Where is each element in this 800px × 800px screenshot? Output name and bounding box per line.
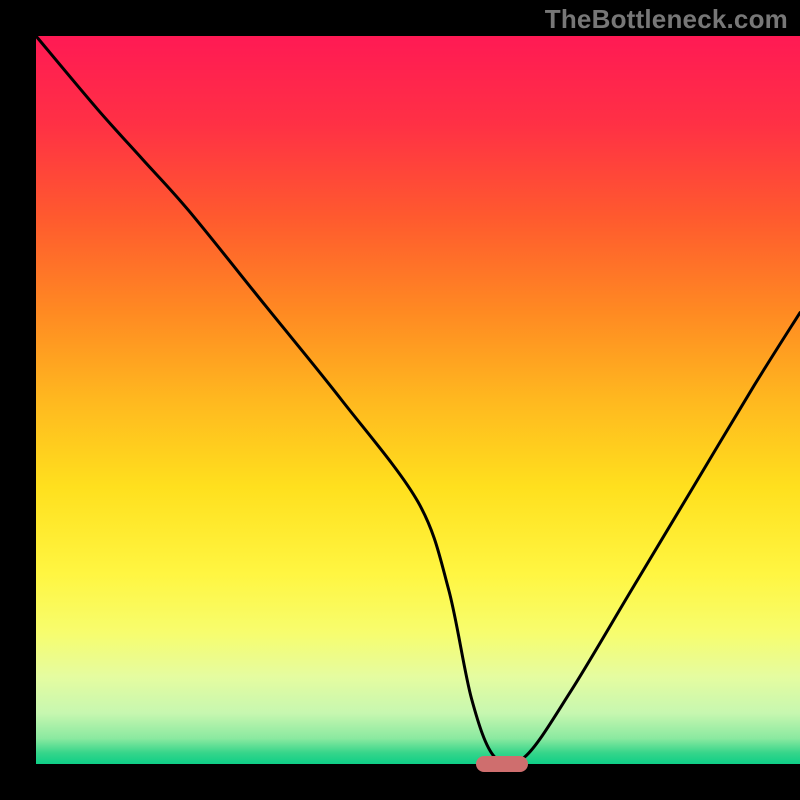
bottleneck-chart — [0, 0, 800, 800]
chart-container: TheBottleneck.com — [0, 0, 800, 800]
watermark-label: TheBottleneck.com — [545, 4, 788, 35]
optimal-point-marker — [476, 756, 528, 772]
plot-background — [36, 36, 800, 764]
